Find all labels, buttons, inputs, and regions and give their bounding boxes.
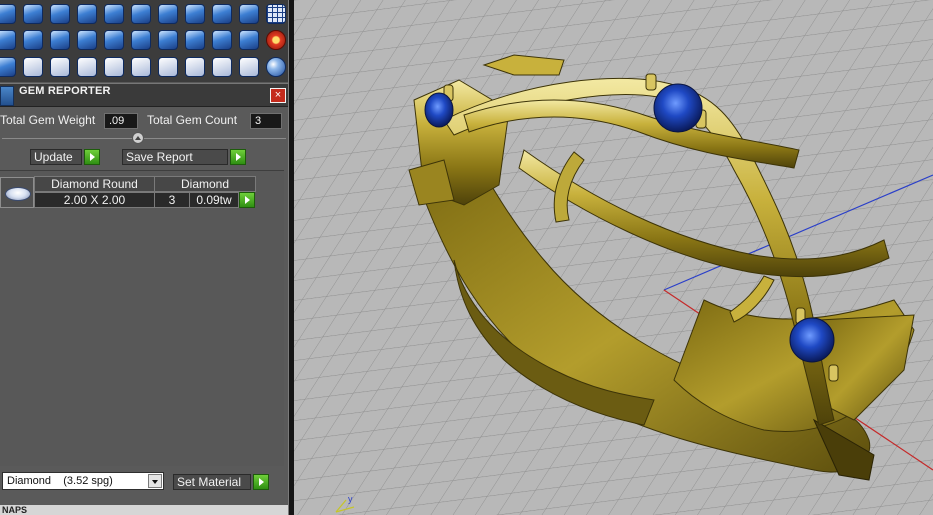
- square-frame-icon[interactable]: [19, 27, 46, 53]
- gem-count-cell: 3: [154, 192, 190, 208]
- curve-arc-icon[interactable]: [100, 27, 127, 53]
- section-divider: [0, 132, 288, 144]
- material-select[interactable]: Diamond (3.52 spg): [2, 472, 164, 490]
- move-icon[interactable]: [100, 54, 127, 80]
- sweep-icon[interactable]: [154, 54, 181, 80]
- rotate-curve-icon[interactable]: [19, 54, 46, 80]
- viewport-scene: y: [294, 0, 933, 515]
- grid-icon[interactable]: [262, 1, 288, 27]
- save-report-go-icon[interactable]: [230, 149, 246, 165]
- freeform-curve-icon[interactable]: [19, 1, 46, 27]
- gem-weight-cell: 0.09tw: [189, 192, 239, 208]
- rail-curve-icon[interactable]: [0, 27, 19, 53]
- update-button[interactable]: Update: [30, 149, 82, 165]
- gem-row-go-icon[interactable]: [239, 192, 255, 208]
- total-gem-count-label: Total Gem Count: [147, 113, 238, 127]
- ring-shape-icon[interactable]: [46, 1, 73, 27]
- snaps-bar: NAPS: [0, 505, 288, 515]
- gem-reporter-panel: GEM REPORTER × Total Gem Weight .09 Tota…: [0, 0, 288, 515]
- gallery-icon[interactable]: [235, 27, 262, 53]
- bounding-box-icon[interactable]: [46, 54, 73, 80]
- panel-title: GEM REPORTER: [19, 85, 111, 97]
- snaps-label: NAPS: [2, 505, 28, 515]
- shield-gem-icon[interactable]: [208, 1, 235, 27]
- blue-gem-right[interactable]: [789, 317, 835, 363]
- round-diamond-icon: [5, 187, 31, 201]
- gem-shape-header: Diamond Round: [34, 176, 155, 192]
- total-gem-weight-label: Total Gem Weight: [0, 113, 96, 127]
- globe-icon[interactable]: [262, 54, 288, 80]
- cutter-icon[interactable]: [127, 27, 154, 53]
- gem-cut-icon[interactable]: [100, 1, 127, 27]
- gem-thumbnail[interactable]: [0, 177, 34, 208]
- bezel-icon[interactable]: [208, 27, 235, 53]
- curve-circle-icon[interactable]: [0, 1, 19, 27]
- seat-icon[interactable]: [154, 27, 181, 53]
- chevron-down-icon[interactable]: [148, 474, 162, 488]
- gem-profile-icon[interactable]: [73, 1, 100, 27]
- total-gem-weight-value: .09: [104, 113, 138, 129]
- close-button[interactable]: ×: [270, 88, 286, 103]
- gem-reporter-icon: [0, 86, 14, 106]
- panel-title-bar[interactable]: GEM REPORTER ×: [0, 83, 288, 107]
- set-material-button[interactable]: Set Material: [173, 474, 251, 490]
- check-path-icon[interactable]: [46, 27, 73, 53]
- blue-gem-left[interactable]: [424, 92, 454, 128]
- blue-gem-top[interactable]: [653, 83, 703, 133]
- scale-corner-icon[interactable]: [127, 54, 154, 80]
- perspective-viewport[interactable]: y: [294, 0, 933, 515]
- total-gem-count-value: 3: [250, 113, 282, 129]
- tool-row-2: [0, 27, 288, 53]
- boolean-icon[interactable]: [181, 54, 208, 80]
- flower-icon[interactable]: [262, 27, 288, 53]
- gem-group-icon[interactable]: [235, 1, 262, 27]
- set-material-go-icon[interactable]: [253, 474, 269, 490]
- mirror-icon[interactable]: [73, 54, 100, 80]
- collapse-knob-icon[interactable]: [132, 132, 144, 144]
- gem-cone-icon[interactable]: [73, 27, 100, 53]
- save-report-button[interactable]: Save Report: [122, 149, 228, 165]
- svg-text:y: y: [348, 494, 353, 504]
- gem-list: Diamond Round Diamond 2.00 X 2.00 3 0.09…: [0, 170, 284, 466]
- gem-size-cell: 2.00 X 2.00: [34, 192, 155, 208]
- tool-row-1: [0, 1, 288, 27]
- gem-rotated-icon[interactable]: [181, 1, 208, 27]
- cut-icon[interactable]: [235, 54, 262, 80]
- mountain-profile-icon[interactable]: [127, 1, 154, 27]
- move-point-icon[interactable]: [0, 54, 19, 80]
- material-select-value: Diamond (3.52 spg): [7, 475, 113, 487]
- gem-scatter-icon[interactable]: [181, 27, 208, 53]
- gem-outline-icon[interactable]: [154, 1, 181, 27]
- tool-palette: [0, 0, 288, 82]
- update-go-icon[interactable]: [84, 149, 100, 165]
- tool-row-3: [0, 54, 288, 80]
- gem-material-header: Diamond: [154, 176, 256, 192]
- split-icon[interactable]: [208, 54, 235, 80]
